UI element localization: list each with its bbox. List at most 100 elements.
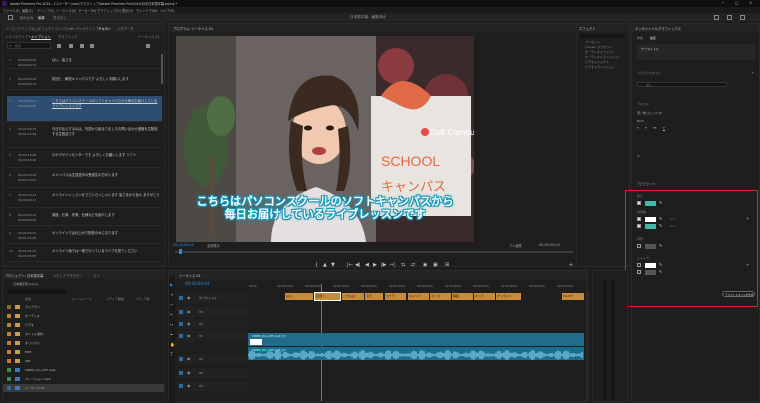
track-header[interactable]: ◉ V3 bbox=[177, 307, 249, 317]
track-target-icon[interactable] bbox=[179, 322, 183, 326]
tab-source[interactable]: ソース: (クリップなし) bbox=[5, 26, 39, 31]
track-header[interactable]: ◉ A1 bbox=[177, 354, 249, 364]
transport-button[interactable]: ▲ bbox=[323, 262, 327, 268]
caption-row[interactable]: 1 00;00;00;00 00;00;00;17 はい、皆さま bbox=[7, 55, 162, 69]
caption-clip[interactable]: オンラ bbox=[430, 293, 451, 300]
project-item[interactable]: SRT bbox=[3, 357, 164, 365]
tab-text[interactable]: テキスト bbox=[98, 26, 111, 31]
video-clip[interactable]: VIDEO_02_LIVE.mp4 [V] bbox=[248, 333, 584, 346]
share-icon[interactable] bbox=[727, 15, 732, 20]
track-visibility-icon[interactable]: ◉ bbox=[187, 356, 191, 361]
caption-clip[interactable]: オンライン bbox=[496, 293, 521, 300]
eyedropper-icon[interactable]: ✎ bbox=[659, 223, 662, 228]
workspace-icon[interactable] bbox=[714, 15, 719, 20]
style-dropdown[interactable]: なし bbox=[637, 82, 727, 87]
transport-button[interactable]: { bbox=[315, 262, 318, 268]
col-name[interactable]: 名前 bbox=[25, 297, 31, 301]
transport-button[interactable]: →| bbox=[389, 262, 395, 268]
caption-row[interactable]: 2 00;00;00;24 00;00;03;12 初回と、解説キャンパスです … bbox=[7, 74, 162, 90]
captions-scrollbar[interactable] bbox=[161, 54, 163, 84]
home-icon[interactable] bbox=[8, 15, 13, 20]
caption-out[interactable]: 00;00;31;00 bbox=[18, 236, 36, 240]
stroke-width-1[interactable]: 1.0 bbox=[670, 217, 675, 221]
caption-row[interactable]: 7 00;00;19;12 00;00;24;11 オンラインレッスンをでていら… bbox=[7, 190, 162, 208]
transport-button[interactable]: |▶ bbox=[381, 262, 387, 268]
track-visibility-icon[interactable]: ◉ bbox=[187, 321, 191, 326]
filter-icon[interactable] bbox=[57, 44, 61, 48]
project-item[interactable]: オーディオ bbox=[3, 312, 164, 320]
caption-in[interactable]: 00;00;08;15 bbox=[18, 127, 36, 131]
transport-button[interactable]: ◉ bbox=[423, 262, 427, 268]
caption-in[interactable]: 00;00;19;12 bbox=[18, 193, 36, 197]
caption-in[interactable]: 00;00;00;00 bbox=[18, 58, 36, 62]
slip-tool-icon[interactable]: ↔ bbox=[170, 322, 173, 327]
track-visibility-icon[interactable]: ◉ bbox=[187, 295, 191, 300]
tab-browse[interactable]: 参照 bbox=[637, 36, 643, 40]
tab-metadata[interactable]: メタデータ bbox=[117, 26, 133, 31]
caption-row[interactable]: 5 00;00;13;00 00;00;15;18 ロケデザインセンターです よ… bbox=[7, 150, 162, 168]
transport-button[interactable]: |← bbox=[347, 262, 353, 268]
shadow-checkbox-2[interactable] bbox=[637, 270, 641, 274]
caption-in[interactable]: 00;00;31;21 bbox=[18, 249, 36, 253]
shadow-color-swatch-2[interactable] bbox=[645, 270, 656, 275]
caption-text[interactable]: はい、皆さま bbox=[52, 58, 160, 63]
effects-video-transitions[interactable]: ビデオトランジション bbox=[585, 65, 615, 69]
project-search-input[interactable] bbox=[7, 289, 67, 294]
tab-libraries[interactable]: ライ bbox=[93, 273, 100, 278]
caption-row[interactable]: 4 00;00;08;15 00;00;12;09 今日お伝えするのは、先週から… bbox=[7, 124, 162, 148]
pen-tool-icon[interactable]: ✒ bbox=[170, 332, 173, 337]
col-media-start[interactable]: メディア開始 bbox=[106, 297, 124, 301]
track-target-icon[interactable] bbox=[179, 384, 183, 388]
caption-text[interactable]: オンライン版では一番で行っているライブを見てください bbox=[52, 249, 160, 254]
caption-out[interactable]: 00;00;03;12 bbox=[18, 82, 36, 86]
project-item[interactable]: オリジナル bbox=[3, 339, 164, 347]
tab-edit[interactable]: 編集 bbox=[38, 15, 45, 20]
split-icon[interactable] bbox=[80, 44, 84, 48]
transport-button[interactable]: ◀ bbox=[365, 262, 369, 268]
caption-in[interactable]: 00;00;16;24 bbox=[18, 173, 36, 177]
track-visibility-icon[interactable]: ◉ bbox=[187, 383, 191, 388]
caption-row[interactable]: 9 00;00;29;21 00;00;31;00 オンラインでは仕上がり配信の… bbox=[7, 228, 162, 244]
hand-tool-icon[interactable]: ✋ bbox=[170, 342, 175, 347]
selection-tool-icon[interactable]: ▶ bbox=[170, 282, 173, 287]
caption-in[interactable]: 00;00;24;12 bbox=[18, 213, 36, 217]
track-target-icon[interactable] bbox=[179, 310, 183, 314]
transport-button[interactable]: ▶ bbox=[373, 262, 377, 268]
caption-clip[interactable]: キャンパ bbox=[408, 293, 429, 300]
tab-sequence[interactable]: シーケンス 01 bbox=[179, 273, 201, 278]
transport-button[interactable]: ⊞ bbox=[445, 262, 449, 268]
program-scrubber[interactable] bbox=[175, 249, 573, 254]
caption-text[interactable]: こちらはパソコンスクールのソフトキャンパスから毎日お届けしているライブレッスンで… bbox=[52, 99, 160, 109]
caption-clip[interactable]: ELLIST bbox=[562, 293, 584, 300]
subtitle-overlay[interactable]: こちらはパソコンスクールのソフトキャンパスから 毎日お届けしているライブレッスン… bbox=[176, 195, 474, 221]
stroke-color-swatch-1[interactable] bbox=[645, 217, 656, 222]
eyedropper-icon[interactable]: ✎ bbox=[659, 262, 662, 267]
tab-project[interactable]: プロジェクト: 日本語字幕 bbox=[5, 273, 43, 278]
caption-out[interactable]: 00;00;08;06 bbox=[18, 104, 36, 108]
track-select-icon[interactable]: ⇥ bbox=[170, 292, 173, 297]
caps-icon[interactable]: TT bbox=[653, 126, 657, 130]
project-item[interactable]: タイトル素材 bbox=[3, 330, 164, 338]
caption-clip[interactable]: 今日 bbox=[365, 293, 383, 300]
transport-button[interactable]: ⇄ bbox=[411, 262, 415, 268]
transport-button[interactable]: ⇆ bbox=[401, 262, 405, 268]
add-stroke-icon[interactable]: + bbox=[746, 216, 749, 221]
fill-checkbox[interactable] bbox=[637, 201, 641, 205]
minimize-button[interactable]: ─ bbox=[722, 1, 724, 5]
tab-graphics[interactable]: グラフィック bbox=[58, 34, 78, 39]
playhead-marker[interactable] bbox=[179, 249, 182, 254]
tab-program[interactable]: プログラム: シーケンス 01 bbox=[173, 26, 213, 31]
track-target-icon[interactable] bbox=[179, 334, 183, 338]
font-style-dropdown[interactable]: Bold bbox=[637, 119, 644, 123]
stroke-width-2[interactable]: 1.0 bbox=[670, 224, 675, 228]
caption-out[interactable]: 00;00;12;09 bbox=[18, 132, 36, 136]
timeline-ruler[interactable]: 00;00 00;00;04;00 00;00;08;00 00;00;12;00 00… bbox=[249, 285, 585, 290]
more-icon[interactable] bbox=[146, 44, 150, 48]
transport-button[interactable]: + bbox=[569, 262, 573, 268]
caption-text[interactable]: 講座、仕事、作業、仕様などを紹介します bbox=[52, 213, 160, 218]
caption-in[interactable]: 00;00;03;21 bbox=[18, 99, 36, 103]
track-header[interactable]: ◉ サブタイトル bbox=[177, 293, 249, 303]
caption-text[interactable]: キャンパスは生放送中の受講生の方がいます bbox=[52, 173, 160, 178]
project-item[interactable]: ビデオ bbox=[3, 321, 164, 329]
timeline-timecode[interactable]: 00;00;04;04 bbox=[185, 281, 209, 286]
